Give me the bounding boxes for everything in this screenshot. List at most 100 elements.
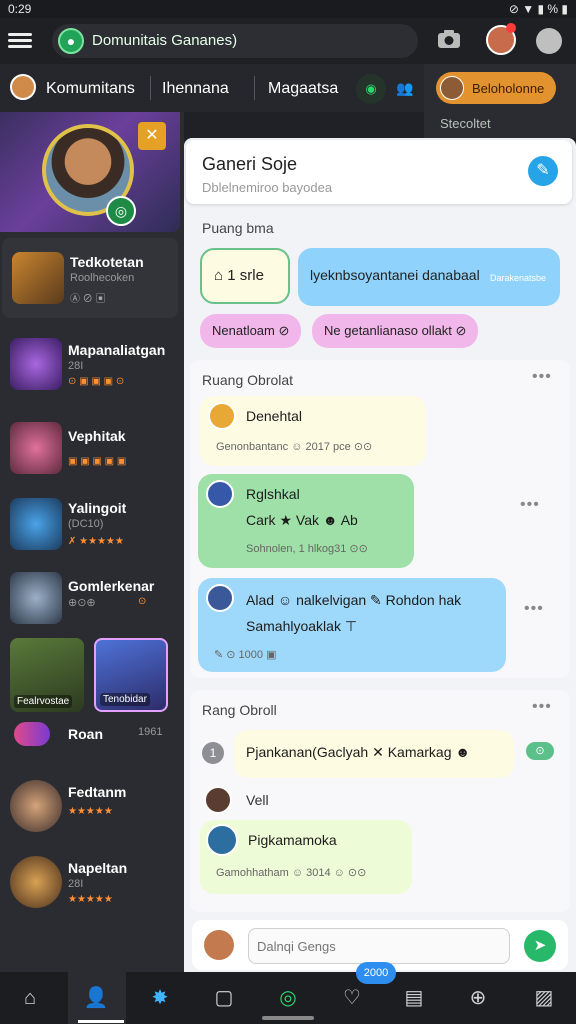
item-name: Mapanaliatgan — [68, 342, 166, 358]
message-meta: ✎ ⊙ 1000 ▣ — [214, 649, 277, 661]
item-sub: 28I — [68, 878, 84, 890]
sidebar-card[interactable]: Tedkotetan Roolhecoken Ⓐ ⊘ ▣ — [2, 238, 178, 318]
panel-header: Ganeri Soje Dblelnemiroo bayodea ✎ — [186, 140, 572, 204]
game-card[interactable]: Fealrvostae — [10, 638, 84, 712]
search-icon[interactable]: ⊕ — [464, 984, 492, 1012]
people-icon[interactable]: 👥 — [396, 80, 414, 96]
tab-ihennana[interactable]: Ihennana — [162, 80, 229, 98]
send-icon[interactable]: ➤ — [524, 930, 556, 962]
chip[interactable]: ⌂ 1 srle — [200, 248, 290, 304]
message-bubble[interactable]: Pigkamamoka Gamohhatham ☺ 3014 ☺ ⊙⊙ — [200, 820, 412, 894]
tab-divider — [254, 76, 255, 100]
more-icon[interactable]: ••• — [524, 600, 544, 618]
home-icon[interactable]: ⌂ — [16, 984, 44, 1012]
more-icon[interactable]: ••• — [532, 698, 552, 716]
top-tabs: Komumitans Ihennana Magaatsa ◉ 👥 — [0, 64, 424, 112]
status-bar: 0:29 ⊘ ▼ ▮ % ▮ — [0, 0, 576, 18]
game-card-caption: Fealrvostae — [14, 695, 73, 708]
item-thumbnail — [10, 338, 62, 390]
chip[interactable]: Nenatloam ⊘ — [200, 314, 302, 348]
message-line: Alad ☺ nalkelvigan ✎ Rohdon hak — [246, 592, 462, 608]
heart-icon[interactable]: ♡ — [338, 984, 366, 1012]
item-thumbnail — [10, 856, 62, 908]
item-thumbnail — [12, 252, 64, 304]
profile-pill[interactable]: Beloholonne — [436, 72, 556, 104]
item-thumbnail — [14, 722, 50, 746]
tab-avatar[interactable] — [10, 74, 36, 100]
app-title-pill[interactable]: ● Domunitais Gananes) — [52, 24, 418, 58]
notification-badge — [506, 23, 516, 33]
app-title: Domunitais Gananes) — [92, 32, 238, 49]
message-avatar — [208, 402, 236, 430]
item-name: Napeltan — [68, 860, 128, 876]
nav-underline — [78, 1020, 124, 1023]
message-bubble[interactable]: Rglshkal Cark ★ Vak ☻ Ab Sohnolen, 1 hlk… — [198, 474, 414, 568]
item-sub: (DC10) — [68, 518, 104, 530]
chip[interactable]: Ne getanlianaso ollakt ⊘ — [312, 314, 479, 348]
status-icons: ⊘ ▼ ▮ % ▮ — [508, 2, 568, 16]
right-column: Beloholonne Stecoltet — [424, 64, 576, 138]
chip-label: lyeknbsoyantanei danabaal — [310, 267, 480, 283]
tab-komunitas[interactable]: Komumitans — [46, 80, 135, 98]
message-status: ⊙ — [526, 742, 554, 760]
section-title: Puang bma — [202, 220, 274, 236]
item-thumbnail — [10, 572, 62, 624]
item-name: Roan — [68, 726, 103, 742]
chip[interactable]: lyeknbsoyantanei danabaal Darakenatsbe — [298, 248, 560, 306]
message-input[interactable] — [248, 928, 510, 964]
compose-icon[interactable]: ✎ — [528, 156, 558, 186]
message-avatar — [206, 480, 234, 508]
crossed-swords-icon[interactable]: ✕ — [138, 122, 166, 150]
item-sub: 28I — [68, 360, 84, 372]
message-bubble[interactable]: Denehtal Genonbantanc ☺ 2017 pce ⊙⊙ — [200, 396, 426, 466]
message-meta: Sohnolen, 1 hlkog31 ⊙⊙ — [246, 543, 368, 555]
hero-banner[interactable]: ◎ ✕ — [0, 112, 180, 232]
tab-magaatsa[interactable]: Magaatsa — [268, 80, 338, 98]
item-meta: 1961 — [138, 726, 163, 738]
section-title: Ruang Obrolat — [202, 372, 294, 388]
item-meta: ★★★★★ — [68, 894, 113, 905]
item-meta: Ⓐ ⊘ ▣ — [70, 294, 106, 305]
menu-icon[interactable] — [8, 30, 32, 50]
game-card[interactable]: Tenobidar — [94, 638, 168, 712]
user-icon[interactable]: 👤 — [82, 984, 110, 1012]
chat-section: Rang Obroll ••• 1 Pjankanan(Gaclyah ✕ Ka… — [190, 690, 570, 912]
message-title: Pigkamamoka — [248, 832, 337, 848]
star-burst-icon[interactable]: ✸ — [146, 984, 174, 1012]
profile-icon[interactable] — [536, 28, 562, 54]
panel-title: Ganeri Soje — [202, 154, 298, 174]
message-label: Vell — [246, 792, 269, 808]
info-icon[interactable]: 1 — [202, 742, 224, 764]
pill-label: Beloholonne — [472, 81, 545, 96]
item-name: Yalingoit — [68, 500, 127, 516]
message-meta: Genonbantanc ☺ 2017 pce ⊙⊙ — [216, 441, 373, 453]
more-icon[interactable]: ••• — [520, 496, 540, 514]
map-icon[interactable]: ▤ — [400, 984, 428, 1012]
stat-label: Stecoltet — [440, 116, 491, 131]
item-meta: ▣ ▣ ▣ ▣ ▣ — [68, 456, 127, 467]
more-icon[interactable]: ••• — [532, 368, 552, 386]
app-bar: ● Domunitais Gananes) — [0, 18, 576, 64]
item-sub: ⊕⊙⊕ — [68, 597, 96, 609]
item-name: Gomlerkenar — [68, 578, 155, 594]
message-title: Denehtal — [246, 408, 303, 424]
item-name: Vephitak — [68, 428, 126, 444]
item-meta: ⊙ — [138, 596, 147, 607]
compass-icon[interactable]: ◎ — [274, 984, 302, 1012]
item-name: Tedkotetan — [70, 254, 144, 270]
square-icon[interactable]: ▢ — [210, 984, 238, 1012]
message-bubble[interactable]: Pjankanan(Gaclyah ✕ Kamarkag ☻ — [234, 730, 514, 778]
section-title: Rang Obroll — [202, 702, 277, 718]
chat-panel: Ganeri Soje Dblelnemiroo bayodea ✎ Puang… — [184, 138, 576, 972]
item-name: Fedtanm — [68, 784, 127, 800]
chip-meta: Darakenatsbe — [489, 273, 546, 283]
message-bubble[interactable]: Alad ☺ nalkelvigan ✎ Rohdon hak Samahlyo… — [198, 578, 506, 672]
image-icon[interactable]: ▨ — [530, 984, 558, 1012]
item-thumbnail — [10, 498, 62, 550]
sidebar: ◎ ✕ Tedkotetan Roolhecoken Ⓐ ⊘ ▣ Mapanal… — [0, 112, 184, 972]
chat-section: Ruang Obrolat ••• Denehtal Genonbantanc … — [190, 360, 570, 678]
message-title: Pjankanan(Gaclyah ✕ Kamarkag ☻ — [246, 744, 471, 760]
panel-subtitle: Dblelnemiroo bayodea — [202, 180, 333, 195]
camera-icon[interactable] — [436, 28, 462, 50]
game-controller-icon[interactable]: ◉ — [356, 74, 386, 104]
